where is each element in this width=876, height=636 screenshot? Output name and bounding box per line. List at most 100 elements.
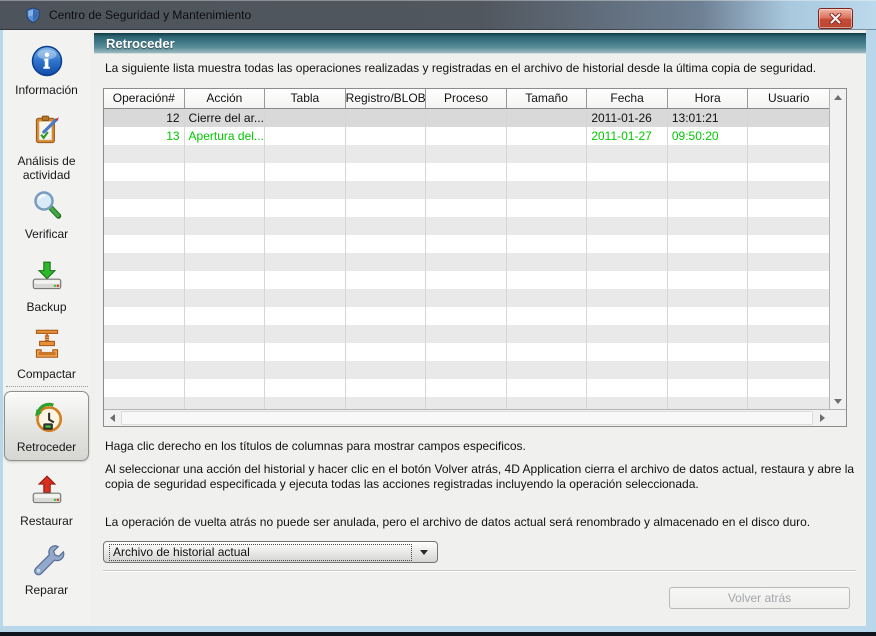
- scroll-up-button[interactable]: [830, 89, 846, 105]
- table-cell: [748, 181, 829, 199]
- table-cell: [587, 145, 668, 163]
- table-cell: [587, 199, 668, 217]
- column-header[interactable]: Hora: [668, 89, 749, 108]
- table-cell: [587, 271, 668, 289]
- table-cell: [426, 325, 507, 343]
- window-border-edge: [0, 632, 876, 636]
- table-cell: [104, 361, 185, 379]
- table-cell: [507, 361, 588, 379]
- table-cell: [265, 253, 346, 271]
- table-filler-row: [104, 253, 829, 271]
- window-border-left: [0, 30, 3, 626]
- column-header[interactable]: Proceso: [426, 89, 507, 108]
- activity-analysis-icon: [29, 113, 65, 152]
- table-cell: [426, 343, 507, 361]
- sidebar-item-backup[interactable]: Backup: [4, 259, 90, 314]
- table-cell: [346, 307, 427, 325]
- table-cell: [587, 307, 668, 325]
- table-cell: 13:01:21: [668, 109, 749, 127]
- sidebar-item-label: Restaurar: [20, 514, 73, 528]
- scroll-right-button[interactable]: [814, 410, 830, 426]
- scroll-left-button[interactable]: [104, 410, 120, 426]
- table-cell: [587, 379, 668, 397]
- table-cell: [587, 325, 668, 343]
- sidebar-item-verificar[interactable]: Verificar: [4, 188, 90, 241]
- table-cell: [265, 379, 346, 397]
- sidebar-item-analisis[interactable]: Análisis de actividad: [4, 113, 90, 182]
- table-cell: [668, 217, 749, 235]
- repair-wrench-icon: [29, 542, 65, 581]
- column-header[interactable]: Acción: [185, 89, 266, 108]
- rollback-clock-icon: [29, 399, 65, 438]
- table-cell: [185, 199, 266, 217]
- table-cell: [265, 397, 346, 409]
- table-cell: [507, 181, 588, 199]
- sidebar-separator: [6, 386, 88, 387]
- table-cell: [587, 253, 668, 271]
- table-cell: [346, 127, 427, 145]
- intro-text: La siguiente lista muestra todas las ope…: [105, 61, 858, 76]
- hint-text: Haga clic derecho en los títulos de colu…: [105, 439, 858, 453]
- table-cell: [185, 163, 266, 181]
- table-cell: 12: [104, 109, 185, 127]
- table-cell: [265, 145, 346, 163]
- table-cell: [748, 253, 829, 271]
- table-filler-row: [104, 145, 829, 163]
- table-cell: [346, 325, 427, 343]
- table-cell: [668, 271, 749, 289]
- column-header[interactable]: Operación#: [104, 89, 185, 108]
- dropdown-selected-value: Archivo de historial actual: [109, 544, 412, 561]
- sidebar-item-restaurar[interactable]: Restaurar: [4, 473, 90, 528]
- table-cell: [507, 343, 588, 361]
- sidebar-item-retroceder[interactable]: Retroceder: [4, 391, 89, 461]
- column-header[interactable]: Tabla: [265, 89, 346, 108]
- close-button[interactable]: [818, 8, 853, 29]
- table-cell: [426, 307, 507, 325]
- table-cell: [668, 307, 749, 325]
- table-cell: [507, 127, 588, 145]
- scroll-down-button[interactable]: [830, 393, 846, 409]
- table-cell: [507, 235, 588, 253]
- restore-drive-icon: [29, 473, 65, 512]
- info-icon: [30, 44, 64, 81]
- table-cell: [748, 397, 829, 409]
- table-cell: [587, 181, 668, 199]
- horizontal-scroll-thumb[interactable]: [121, 411, 813, 425]
- page-title: Retroceder: [106, 36, 175, 51]
- table-cell: [587, 217, 668, 235]
- table-cell: [185, 253, 266, 271]
- titlebar: Centro de Seguridad y Mantenimiento: [0, 0, 876, 30]
- sidebar-item-label: Compactar: [17, 367, 76, 381]
- table-cell: [265, 235, 346, 253]
- table-row[interactable]: 12Cierre del ar...2011-01-2613:01:21: [104, 109, 829, 127]
- column-header[interactable]: Tamaño: [507, 89, 588, 108]
- table-cell: [104, 289, 185, 307]
- table-cell: [185, 181, 266, 199]
- divider: [103, 570, 856, 571]
- rollback-button[interactable]: Volver atrás: [669, 587, 850, 609]
- table-cell: [346, 217, 427, 235]
- table-cell: [587, 235, 668, 253]
- sidebar-item-compactar[interactable]: Compactar: [4, 326, 90, 381]
- table-cell: [104, 199, 185, 217]
- table-cell: [507, 163, 588, 181]
- table-cell: [426, 397, 507, 409]
- sidebar-item-reparar[interactable]: Reparar: [4, 542, 90, 597]
- table-cell: [104, 397, 185, 409]
- table-cell: 09:50:20: [668, 127, 749, 145]
- table-cell: [507, 199, 588, 217]
- vertical-scrollbar[interactable]: [829, 89, 846, 409]
- column-header[interactable]: Fecha: [587, 89, 668, 108]
- table-filler-row: [104, 181, 829, 199]
- table-row[interactable]: 13Apertura del...2011-01-2709:50:20: [104, 127, 829, 145]
- horizontal-scrollbar[interactable]: [104, 410, 830, 426]
- table-cell: [507, 325, 588, 343]
- table-cell: [668, 163, 749, 181]
- history-file-dropdown[interactable]: Archivo de historial actual: [103, 541, 438, 563]
- column-header[interactable]: Registro/BLOB: [346, 89, 427, 108]
- table-cell: [748, 199, 829, 217]
- table-cell: [748, 307, 829, 325]
- sidebar-item-informacion[interactable]: Información: [4, 44, 90, 97]
- column-header[interactable]: Usuario: [748, 89, 829, 108]
- table-cell: [185, 397, 266, 409]
